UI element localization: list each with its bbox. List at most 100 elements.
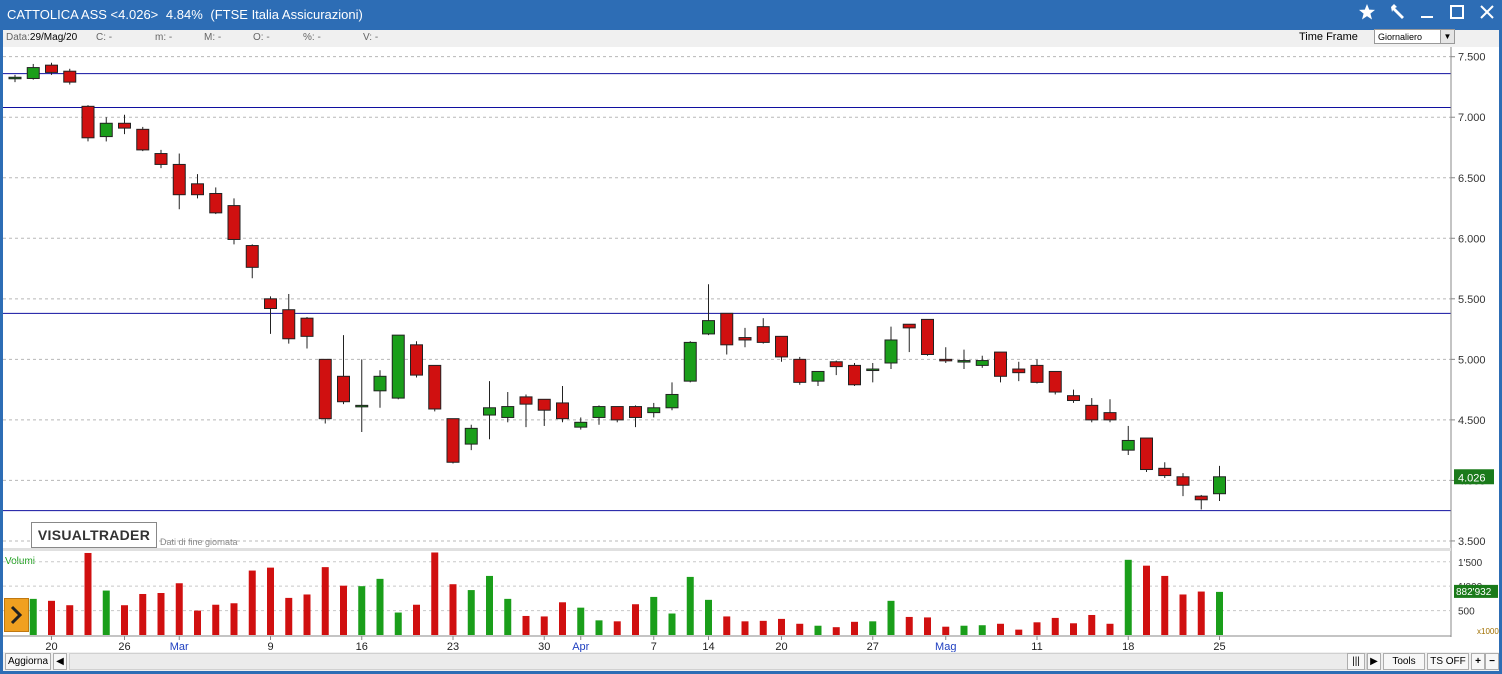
ts-toggle-button[interactable]: TS OFF <box>1427 653 1469 670</box>
candle-down <box>154 153 168 165</box>
volume-bar <box>869 621 877 635</box>
date-info: Data:29/Mag/20 <box>6 32 78 43</box>
candle-down <box>209 192 223 214</box>
maximize-icon[interactable] <box>1445 3 1469 27</box>
timeframe-value: Giornaliero <box>1378 32 1423 42</box>
candle-down <box>446 418 460 463</box>
zoom-out-button[interactable]: − <box>1485 653 1499 670</box>
tools-icon[interactable] <box>1385 3 1409 27</box>
close-icon[interactable] <box>1475 3 1499 27</box>
volume-bar <box>942 626 950 635</box>
stock-name: CATTOLICA ASS <4.026> <box>7 7 159 22</box>
volume-bar <box>759 620 767 635</box>
tools-button[interactable]: Tools <box>1383 653 1425 670</box>
candle-up <box>683 341 697 382</box>
candle-up <box>811 370 825 382</box>
date-label: 23 <box>447 641 459 652</box>
volume-bar <box>778 618 785 635</box>
title-bar: CATTOLICA ASS <4.026> 4.84% (FTSE Italia… <box>0 0 1502 30</box>
candle-down <box>81 105 95 139</box>
scroll-left-icon[interactable]: ◀ <box>53 653 67 670</box>
volume-bar <box>522 615 530 635</box>
scrollbar-thumb-icon[interactable]: ||| <box>1347 653 1365 670</box>
price-tick-label: 5.500 <box>1458 294 1486 306</box>
chart-area[interactable]: 7.5007.0006.5006.0005.5005.0004.5004.000… <box>3 47 1499 652</box>
status-bar: Aggiorna ◀ ||| ▶ Tools TS OFF + − <box>3 652 1499 671</box>
candle-up <box>8 76 22 80</box>
candle-down <box>227 205 241 240</box>
candle-down <box>191 183 204 196</box>
price-grid <box>3 56 1451 542</box>
close-info: C: - <box>96 32 113 43</box>
volume-bar <box>650 596 658 635</box>
volume-bar <box>978 625 986 635</box>
candle-down <box>756 326 770 343</box>
price-tick-label: 7.500 <box>1458 52 1486 64</box>
volume-bar <box>121 605 128 635</box>
candle-up <box>355 404 369 408</box>
candle-up <box>1121 439 1135 451</box>
pct-info: %: - <box>303 32 321 43</box>
candle-down <box>1012 368 1026 374</box>
expand-panel-button[interactable] <box>4 598 29 632</box>
date-label: 11 <box>1031 641 1042 652</box>
volume-bar <box>705 599 712 635</box>
volume-bar <box>1216 591 1223 635</box>
candle-down <box>610 406 624 421</box>
candle-up <box>975 360 989 366</box>
volume-bar <box>248 570 256 635</box>
candle-down <box>1030 364 1044 383</box>
zoom-in-button[interactable]: + <box>1471 653 1485 670</box>
candle-down <box>556 402 569 420</box>
candle-down <box>1158 467 1172 477</box>
candle-up <box>574 421 588 428</box>
price-tick-label: 3.500 <box>1458 536 1486 548</box>
volume-bar <box>66 605 74 635</box>
candle-up <box>501 406 515 418</box>
candle-up <box>957 360 971 363</box>
candle-down <box>939 358 953 362</box>
volume-bar <box>413 604 420 635</box>
volume-bar <box>613 621 621 635</box>
timeframe-select[interactable]: Giornaliero ▼ <box>1374 29 1455 44</box>
candle-down <box>45 64 58 73</box>
volume-unit-label: x1000 <box>1477 627 1499 636</box>
volume-bar <box>358 586 366 635</box>
volume-bar <box>431 552 439 635</box>
candle-down <box>902 323 916 329</box>
dropdown-arrow-icon[interactable]: ▼ <box>1440 30 1454 43</box>
panel-separator <box>3 548 1451 551</box>
date-label: 26 <box>118 641 130 652</box>
candlestick-chart[interactable]: 7.5007.0006.5006.0005.5005.0004.5004.000… <box>3 47 1499 652</box>
volume-bar <box>303 594 311 635</box>
candle-down <box>410 344 423 376</box>
price-tick-label: 4.500 <box>1458 415 1486 427</box>
refresh-button[interactable]: Aggiorna <box>5 653 51 670</box>
candle-down <box>118 122 131 129</box>
volume-bar <box>924 617 931 635</box>
volume-bar <box>595 620 603 635</box>
candle-up <box>483 407 496 416</box>
candle-down <box>1176 476 1190 486</box>
candle-down <box>172 163 186 196</box>
month-label: Mag <box>935 641 956 652</box>
volume-bar <box>1179 594 1187 635</box>
price-tick-label: 6.000 <box>1458 233 1486 245</box>
visualtrader-logo: VISUALTRADER <box>31 522 157 548</box>
volume-bar <box>1124 559 1132 635</box>
scroll-right-icon[interactable]: ▶ <box>1367 653 1381 670</box>
minimize-icon[interactable] <box>1415 3 1439 27</box>
timeline-scrollbar[interactable] <box>69 653 1367 670</box>
candle-up <box>391 334 405 399</box>
volume-bar <box>814 625 822 635</box>
volume-bar <box>230 603 238 635</box>
date-label: 30 <box>538 641 550 652</box>
candle-up <box>884 339 898 364</box>
star-icon[interactable] <box>1355 3 1379 27</box>
volume-bar <box>267 567 274 635</box>
volume-bar <box>102 590 110 635</box>
chart-window: CATTOLICA ASS <4.026> 4.84% (FTSE Italia… <box>0 0 1502 674</box>
candle-down <box>245 245 259 268</box>
date-label: 27 <box>867 641 879 652</box>
last-price-label: 4.026 <box>1458 472 1486 484</box>
